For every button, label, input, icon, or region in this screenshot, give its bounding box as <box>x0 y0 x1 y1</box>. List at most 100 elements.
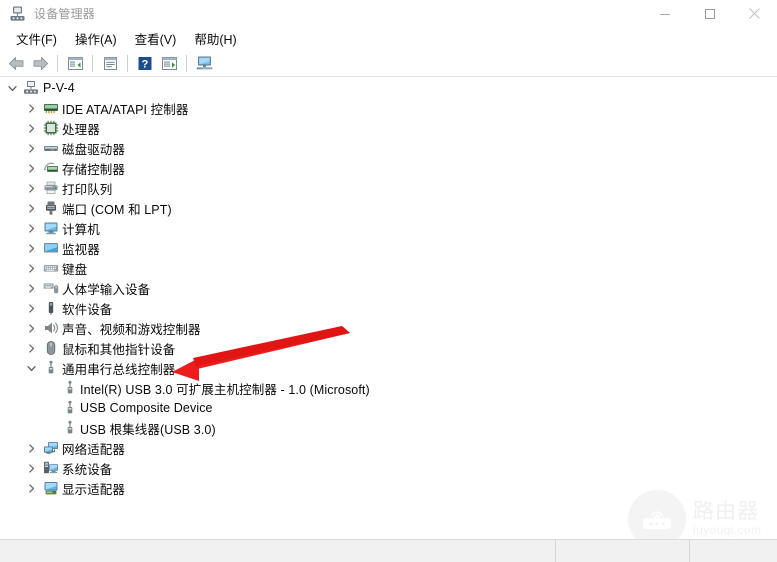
chevron-right-icon[interactable] <box>24 478 38 498</box>
menu-action[interactable]: 操作(A) <box>66 27 126 51</box>
toolbar: ? <box>0 50 777 77</box>
tree-node-storage-controllers[interactable]: 存储控制器 <box>0 158 777 178</box>
hid-device-icon <box>43 280 59 296</box>
software-device-icon <box>43 300 59 316</box>
tree-node-ide-controller[interactable]: IDE ATA/ATAPI 控制器 <box>0 98 777 118</box>
usb-device-icon <box>62 420 78 436</box>
chevron-right-icon[interactable] <box>24 218 38 238</box>
menu-file[interactable]: 文件(F) <box>7 27 66 51</box>
close-button[interactable] <box>732 0 777 27</box>
tree-node-label: 计算机 <box>62 222 100 237</box>
tree-node-label: 系统设备 <box>62 462 113 477</box>
maximize-button[interactable] <box>687 0 732 27</box>
monitor-icon <box>43 240 59 256</box>
tree-node-label: 端口 (COM 和 LPT) <box>62 202 172 217</box>
chevron-right-icon[interactable] <box>24 318 38 338</box>
chevron-right-icon[interactable] <box>24 298 38 318</box>
chevron-right-icon[interactable] <box>24 458 38 478</box>
tree-node-system-devices[interactable]: 系统设备 <box>0 458 777 478</box>
chevron-right-icon[interactable] <box>24 198 38 218</box>
toolbar-separator <box>186 54 187 72</box>
svg-text:?: ? <box>142 58 149 70</box>
tree-node-label: USB 根集线器(USB 3.0) <box>80 422 216 437</box>
chevron-right-icon[interactable] <box>24 258 38 278</box>
tree-node-label: 键盘 <box>62 262 88 277</box>
tree-node-monitors[interactable]: 监视器 <box>0 238 777 258</box>
chevron-right-icon[interactable] <box>24 158 38 178</box>
computer-root-icon <box>23 80 39 96</box>
storage-controller-icon <box>43 160 59 176</box>
usb-device-icon <box>62 400 78 416</box>
forward-button[interactable] <box>28 52 52 75</box>
tree-node-label: 监视器 <box>62 242 100 257</box>
show-hide-console-tree-button[interactable] <box>63 52 87 75</box>
update-driver-button[interactable] <box>157 52 181 75</box>
tree-node-usb-controllers[interactable]: 通用串行总线控制器 <box>0 358 777 378</box>
print-queue-icon <box>43 180 59 196</box>
tree-node-label: 声音、视频和游戏控制器 <box>62 322 201 337</box>
sound-video-game-icon <box>43 320 59 336</box>
tree-node-network-adapters[interactable]: 网络适配器 <box>0 438 777 458</box>
tree-node-label: P-V-4 <box>43 81 75 95</box>
title-bar: 设备管理器 <box>0 0 777 27</box>
tree-node-ports[interactable]: 端口 (COM 和 LPT) <box>0 198 777 218</box>
tree-node-computer[interactable]: 计算机 <box>0 218 777 238</box>
tree-node-usb-host-controller[interactable]: Intel(R) USB 3.0 可扩展主机控制器 - 1.0 (Microso… <box>0 378 777 398</box>
tree-node-usb-composite-device[interactable]: USB Composite Device <box>0 398 777 418</box>
minimize-button[interactable] <box>642 0 687 27</box>
back-button[interactable] <box>4 52 28 75</box>
tree-node-usb-root-hub[interactable]: USB 根集线器(USB 3.0) <box>0 418 777 438</box>
tree-node-disk-drives[interactable]: 磁盘驱动器 <box>0 138 777 158</box>
chevron-down-icon[interactable] <box>5 78 19 98</box>
menu-help[interactable]: 帮助(H) <box>185 27 245 51</box>
tree-node-label: 显示适配器 <box>62 482 126 497</box>
tree-node-label: 软件设备 <box>62 302 113 317</box>
tree-node-root[interactable]: P-V-4 <box>0 78 777 98</box>
help-button[interactable]: ? <box>133 52 157 75</box>
chevron-right-icon[interactable] <box>24 238 38 258</box>
tree-node-mice[interactable]: 鼠标和其他指针设备 <box>0 338 777 358</box>
window-title: 设备管理器 <box>34 7 96 21</box>
tree-node-hid[interactable]: 人体学输入设备 <box>0 278 777 298</box>
tree-node-software-devices[interactable]: 软件设备 <box>0 298 777 318</box>
toolbar-separator <box>57 54 58 72</box>
tree-node-print-queues[interactable]: 打印队列 <box>0 178 777 198</box>
status-pane-tertiary <box>690 540 777 562</box>
tree-node-label: IDE ATA/ATAPI 控制器 <box>62 102 189 117</box>
computer-icon <box>43 220 59 236</box>
chevron-right-icon[interactable] <box>24 278 38 298</box>
status-bar <box>0 539 777 562</box>
tree-node-label: 网络适配器 <box>62 442 126 457</box>
processor-icon <box>43 120 59 136</box>
device-manager-icon <box>9 5 26 22</box>
toolbar-separator <box>127 54 128 72</box>
ports-icon <box>43 200 59 216</box>
chevron-right-icon[interactable] <box>24 98 38 118</box>
menu-view[interactable]: 查看(V) <box>126 27 186 51</box>
network-adapter-icon <box>43 440 59 456</box>
tree-node-label: 通用串行总线控制器 <box>62 362 176 377</box>
system-device-icon <box>43 460 59 476</box>
chevron-right-icon[interactable] <box>24 138 38 158</box>
chevron-right-icon[interactable] <box>24 118 38 138</box>
chevron-right-icon[interactable] <box>24 438 38 458</box>
chevron-right-icon[interactable] <box>24 338 38 358</box>
tree-node-keyboards[interactable]: 键盘 <box>0 258 777 278</box>
ide-controller-icon <box>43 100 59 116</box>
tree-node-processor[interactable]: 处理器 <box>0 118 777 138</box>
tree-node-label: 打印队列 <box>62 182 113 197</box>
tree-node-label: 鼠标和其他指针设备 <box>62 342 176 357</box>
scan-hardware-changes-button[interactable] <box>192 52 216 75</box>
tree-node-label: 磁盘驱动器 <box>62 142 126 157</box>
properties-button[interactable] <box>98 52 122 75</box>
tree-node-sound-video-game[interactable]: 声音、视频和游戏控制器 <box>0 318 777 338</box>
device-tree[interactable]: P-V-4 IDE ATA/ATAPI 控制器 处理器 磁盘驱动器 存储控制器 … <box>0 78 777 537</box>
chevron-right-icon[interactable] <box>24 178 38 198</box>
status-pane-main <box>0 540 556 562</box>
usb-controller-icon <box>43 360 59 376</box>
disk-drive-icon <box>43 140 59 156</box>
tree-node-display-adapters[interactable]: 显示适配器 <box>0 478 777 498</box>
chevron-down-icon[interactable] <box>24 358 38 378</box>
mouse-icon <box>43 340 59 356</box>
status-pane-secondary <box>556 540 690 562</box>
